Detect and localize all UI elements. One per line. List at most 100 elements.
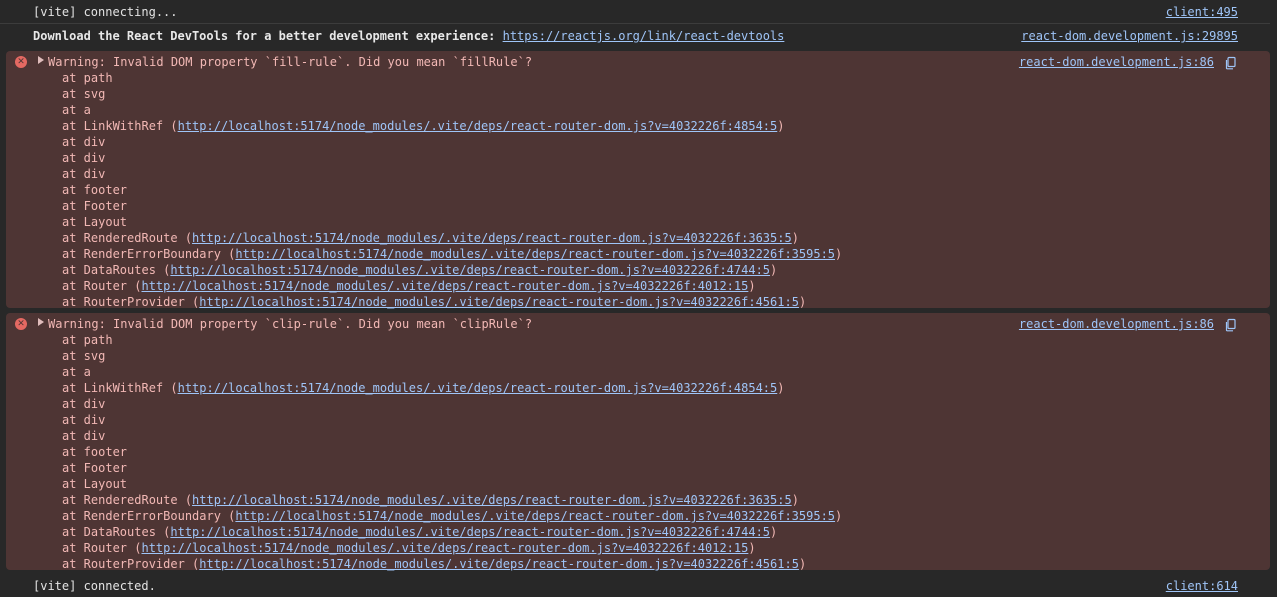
frame-url-link[interactable]: http://localhost:5174/node_modules/.vite…	[199, 557, 799, 571]
frame-name: at path	[62, 333, 113, 347]
stack-frame: at Footer	[62, 460, 842, 476]
error-entry: ✕ Warning: Invalid DOM property `clip-ru…	[6, 313, 1270, 572]
frame-url-link[interactable]: http://localhost:5174/node_modules/.vite…	[235, 509, 835, 523]
frame-name: at RenderErrorBoundary (	[62, 509, 236, 523]
frame-url-link[interactable]: http://localhost:5174/node_modules/.vite…	[192, 231, 792, 245]
frame-name: at RenderedRoute (	[62, 493, 193, 507]
stack-frame: at footer	[62, 182, 842, 198]
stack-frame: at RenderErrorBoundary (http://localhost…	[62, 246, 842, 262]
frame-close-paren: )	[798, 557, 807, 571]
frame-url-link[interactable]: http://localhost:5174/node_modules/.vite…	[192, 493, 792, 507]
log-row-vite-connected: [vite] connected. client:614	[0, 578, 1270, 597]
frame-name: at Layout	[62, 215, 128, 229]
error-message[interactable]: Warning: Invalid DOM property `fill-rule…	[48, 54, 532, 70]
frame-name: at Router (	[62, 279, 142, 293]
stack-frame: at svg	[62, 348, 842, 364]
stack-frame: at footer	[62, 444, 842, 460]
frame-close-paren: )	[777, 119, 785, 133]
frame-url-link[interactable]: http://localhost:5174/node_modules/.vite…	[235, 247, 835, 261]
frame-close-paren: )	[798, 295, 807, 309]
stack-frame: at div	[62, 166, 842, 182]
stack-trace: at path at svg at a at LinkWithRef (http://…	[62, 70, 842, 310]
stack-frame: at path	[62, 70, 842, 86]
frame-name: at path	[62, 71, 113, 85]
devtools-link[interactable]: https://reactjs.org/link/react-devtools	[503, 29, 785, 43]
frame-name: at footer	[62, 445, 128, 459]
frame-name: at a	[62, 365, 91, 379]
log-message: Download the React DevTools for a better…	[33, 28, 784, 44]
source-link[interactable]: react-dom.development.js:86	[1019, 54, 1214, 70]
frame-name: at DataRoutes (	[62, 525, 171, 539]
frame-name: at LinkWithRef (	[62, 119, 178, 133]
frame-name: at a	[62, 103, 91, 117]
frame-url-link[interactable]: http://localhost:5174/node_modules/.vite…	[199, 295, 799, 309]
error-circle-icon: ✕	[15, 56, 27, 68]
frame-close-paren: )	[770, 263, 778, 277]
frame-url-link[interactable]: http://localhost:5174/node_modules/.vite…	[170, 525, 770, 539]
source-link[interactable]: client:495	[1166, 4, 1238, 20]
frame-url-link[interactable]: http://localhost:5174/node_modules/.vite…	[178, 119, 778, 133]
frame-name: at div	[62, 135, 106, 149]
frame-name: at footer	[62, 183, 128, 197]
log-message: [vite] connected.	[33, 579, 156, 593]
source-link[interactable]: client:614	[1166, 578, 1238, 594]
copy-icon[interactable]	[1224, 56, 1238, 70]
frame-name: at RouterProvider (	[62, 295, 200, 309]
frame-close-paren: )	[748, 279, 756, 293]
frame-name: at div	[62, 397, 106, 411]
frame-name: at DataRoutes (	[62, 263, 171, 277]
stack-frame: at LinkWithRef (http://localhost:5174/no…	[62, 380, 842, 396]
frame-close-paren: )	[777, 381, 785, 395]
stack-frame: at a	[62, 102, 842, 118]
frame-name: at div	[62, 429, 106, 443]
stack-frame: at Router (http://localhost:5174/node_mo…	[62, 278, 842, 294]
stack-frame: at RenderedRoute (http://localhost:5174/…	[62, 492, 842, 508]
stack-frame: at div	[62, 396, 842, 412]
log-message: [vite] connecting...	[33, 5, 178, 19]
stack-frame: at div	[62, 412, 842, 428]
stack-frame: at a	[62, 364, 842, 380]
stack-frame: at svg	[62, 86, 842, 102]
stack-frame: at div	[62, 134, 842, 150]
copy-icon[interactable]	[1224, 318, 1238, 332]
frame-url-link[interactable]: http://localhost:5174/node_modules/.vite…	[141, 541, 748, 555]
source-link[interactable]: react-dom.development.js:29895	[1021, 28, 1238, 44]
stack-frame: at DataRoutes (http://localhost:5174/nod…	[62, 262, 842, 278]
stack-frame: at path	[62, 332, 842, 348]
disclosure-triangle-icon[interactable]	[38, 318, 44, 326]
frame-url-link[interactable]: http://localhost:5174/node_modules/.vite…	[178, 381, 778, 395]
stack-frame: at div	[62, 150, 842, 166]
log-row-devtools: Download the React DevTools for a better…	[0, 28, 1270, 48]
frame-name: at RouterProvider (	[62, 557, 200, 571]
frame-url-link[interactable]: http://localhost:5174/node_modules/.vite…	[141, 279, 748, 293]
frame-close-paren: )	[835, 247, 843, 261]
frame-name: at Footer	[62, 199, 128, 213]
stack-frame: at DataRoutes (http://localhost:5174/nod…	[62, 524, 842, 540]
frame-close-paren: )	[791, 231, 799, 245]
frame-name: at LinkWithRef (	[62, 381, 178, 395]
stack-frame: at RouterProvider (http://localhost:5174…	[62, 294, 842, 310]
frame-name: at svg	[62, 87, 106, 101]
stack-frame: at Router (http://localhost:5174/node_mo…	[62, 540, 842, 556]
devtools-console: [vite] connecting... client:495 Download…	[0, 0, 1277, 597]
error-message[interactable]: Warning: Invalid DOM property `clip-rule…	[48, 316, 532, 332]
error-entry: ✕ Warning: Invalid DOM property `fill-ru…	[6, 51, 1270, 310]
error-circle-icon: ✕	[15, 318, 27, 330]
stack-frame: at RouterProvider (http://localhost:5174…	[62, 556, 842, 572]
source-link[interactable]: react-dom.development.js:86	[1019, 316, 1214, 332]
stack-frame: at div	[62, 428, 842, 444]
stack-trace: at path at svg at a at LinkWithRef (http://…	[62, 332, 842, 572]
frame-name: at div	[62, 151, 106, 165]
frame-url-link[interactable]: http://localhost:5174/node_modules/.vite…	[170, 263, 770, 277]
frame-close-paren: )	[770, 525, 778, 539]
stack-frame: at Layout	[62, 214, 842, 230]
frame-name: at Footer	[62, 461, 128, 475]
frame-close-paren: )	[791, 493, 799, 507]
frame-name: at Layout	[62, 477, 128, 491]
frame-name: at RenderErrorBoundary (	[62, 247, 236, 261]
disclosure-triangle-icon[interactable]	[38, 56, 44, 64]
log-row-vite-connecting: [vite] connecting... client:495	[0, 4, 1270, 24]
stack-frame: at LinkWithRef (http://localhost:5174/no…	[62, 118, 842, 134]
frame-name: at div	[62, 167, 106, 181]
stack-frame: at Layout	[62, 476, 842, 492]
